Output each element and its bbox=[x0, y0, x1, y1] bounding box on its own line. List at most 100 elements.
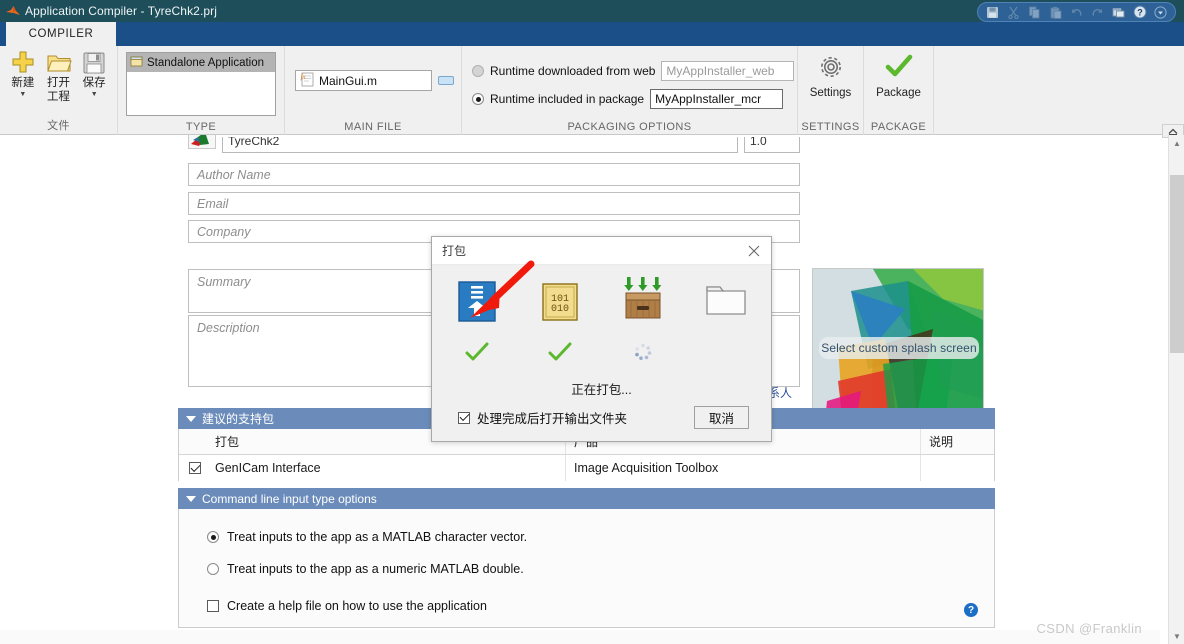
support-packages-title: 建议的支持包 bbox=[202, 412, 275, 426]
ribbon-group-type: Standalone Application TYPE bbox=[118, 46, 285, 135]
watermark: CSDN @Franklin bbox=[1036, 621, 1142, 636]
paste-icon[interactable] bbox=[1045, 4, 1066, 21]
runtime-included-label: Runtime included in package bbox=[490, 92, 645, 106]
scroll-up-arrow-icon[interactable]: ▲ bbox=[1169, 135, 1184, 151]
scrollbar-thumb[interactable] bbox=[1170, 175, 1184, 353]
save-icon[interactable] bbox=[982, 4, 1003, 21]
create-help-file-checkbox[interactable] bbox=[207, 600, 219, 612]
tab-compiler[interactable]: COMPILER bbox=[6, 22, 116, 46]
new-project-button[interactable]: 新建 ▼ bbox=[6, 50, 40, 104]
main-file-input[interactable]: fx MainGui.m bbox=[295, 70, 432, 91]
column-header-description: 说明 bbox=[929, 435, 954, 449]
settings-button-label: Settings bbox=[809, 87, 852, 99]
splash-caption[interactable]: Select custom splash screen bbox=[819, 337, 979, 359]
dialog-title: 打包 bbox=[442, 244, 467, 258]
ribbon-group-package: Package PACKAGE bbox=[864, 46, 934, 135]
help-circle-icon[interactable]: ? bbox=[964, 603, 978, 617]
ribbon-group-packaging-options: Runtime downloaded from web MyAppInstall… bbox=[462, 46, 798, 135]
chevron-down-icon[interactable]: ▼ bbox=[91, 90, 98, 100]
runtime-included-installer-input[interactable]: MyAppInstaller_mcr bbox=[650, 89, 784, 109]
author-name-input[interactable]: Author Name bbox=[188, 163, 800, 186]
type-item-standalone[interactable]: Standalone Application bbox=[127, 53, 275, 72]
dialog-bottom-bar: 处理完成后打开输出文件夹 取消 bbox=[432, 406, 771, 429]
ribbon-group-packaging-label: PACKAGING OPTIONS bbox=[567, 121, 692, 133]
ribbon-group-file: 新建 ▼ 打开 工程 保存 ▼ 文件 bbox=[0, 46, 118, 135]
genicam-checkbox[interactable] bbox=[189, 462, 201, 474]
tab-compiler-label: COMPILER bbox=[28, 28, 94, 40]
runtime-included-radio[interactable] bbox=[472, 93, 484, 105]
ribbon-tab-strip: COMPILER bbox=[0, 22, 1184, 46]
app-icon-thumbnail[interactable] bbox=[188, 135, 216, 149]
cmdline-options-panel: Treat inputs to the app as a MATLAB char… bbox=[178, 509, 995, 628]
svg-text:?: ? bbox=[1137, 8, 1143, 18]
row-checkbox-cell[interactable] bbox=[179, 462, 211, 474]
scroll-down-arrow-icon[interactable]: ▼ bbox=[1169, 628, 1184, 644]
app-version-input[interactable]: 1.0 bbox=[744, 137, 800, 153]
ribbon: 新建 ▼ 打开 工程 保存 ▼ 文件 Standalone Applicatio… bbox=[0, 46, 1184, 135]
ribbon-group-package-label: PACKAGE bbox=[870, 121, 927, 133]
blue-download-icon bbox=[449, 281, 505, 327]
close-icon[interactable] bbox=[737, 237, 771, 265]
gear-icon bbox=[816, 52, 846, 85]
collapse-triangle-icon bbox=[186, 495, 196, 502]
step1-check-icon bbox=[449, 342, 505, 367]
undo-icon[interactable] bbox=[1066, 4, 1087, 21]
dropdown-icon[interactable] bbox=[1150, 4, 1171, 21]
open-project-button[interactable]: 打开 工程 bbox=[42, 50, 76, 104]
open-output-folder-label: 处理完成后打开输出文件夹 bbox=[477, 412, 628, 426]
package-box-icon bbox=[615, 275, 671, 326]
ribbon-group-main-file: fx MainGui.m MAIN FILE bbox=[285, 46, 462, 135]
save-disk-icon bbox=[81, 50, 107, 76]
character-vector-radio[interactable] bbox=[207, 531, 219, 543]
package-button[interactable]: Package bbox=[864, 52, 933, 99]
ribbon-group-settings: Settings SETTINGS bbox=[798, 46, 864, 135]
step3-spinner-icon bbox=[615, 342, 671, 367]
matlab-icon bbox=[4, 2, 22, 20]
packaging-progress-dialog: 打包 101 010 正在打包... 处理完成后打开输出文件夹 取消 bbox=[431, 236, 772, 442]
application-type-list[interactable]: Standalone Application bbox=[126, 52, 276, 116]
copy-icon[interactable] bbox=[1024, 4, 1045, 21]
option-numeric-double[interactable]: Treat inputs to the app as a numeric MAT… bbox=[207, 562, 524, 576]
runtime-web-option-row[interactable]: Runtime downloaded from web MyAppInstall… bbox=[472, 61, 795, 81]
type-item-label: Standalone Application bbox=[147, 56, 265, 69]
app-name-row: TyreChk2 1.0 bbox=[188, 135, 800, 155]
runtime-web-radio[interactable] bbox=[472, 65, 484, 77]
redo-icon[interactable] bbox=[1087, 4, 1108, 21]
option-create-help-file[interactable]: Create a help file on how to use the app… bbox=[207, 599, 487, 613]
option-character-vector[interactable]: Treat inputs to the app as a MATLAB char… bbox=[207, 530, 527, 544]
dialog-status-text: 正在打包... bbox=[571, 383, 632, 397]
cell-package-name: GenICam Interface bbox=[211, 455, 566, 481]
cancel-button[interactable]: 取消 bbox=[694, 406, 749, 429]
open-output-folder-checkbox[interactable] bbox=[458, 411, 470, 424]
package-button-label: Package bbox=[876, 87, 921, 99]
email-input[interactable]: Email bbox=[188, 192, 800, 215]
main-file-name: MainGui.m bbox=[319, 73, 378, 88]
m-file-icon: fx bbox=[300, 72, 314, 90]
app-window-icon bbox=[130, 55, 143, 71]
main-file-add-button[interactable] bbox=[438, 76, 454, 85]
save-project-button[interactable]: 保存 ▼ bbox=[77, 50, 111, 104]
vertical-scrollbar[interactable]: ▲ ▼ bbox=[1168, 135, 1184, 644]
create-help-file-label: Create a help file on how to use the app… bbox=[227, 599, 487, 613]
app-name-input[interactable]: TyreChk2 bbox=[222, 137, 738, 153]
numeric-double-radio[interactable] bbox=[207, 563, 219, 575]
window-icon[interactable] bbox=[1108, 4, 1129, 21]
table-row[interactable]: GenICam Interface Image Acquisition Tool… bbox=[179, 455, 994, 481]
cut-icon[interactable] bbox=[1003, 4, 1024, 21]
numeric-double-label: Treat inputs to the app as a numeric MAT… bbox=[227, 562, 524, 576]
cmdline-section-header[interactable]: Command line input type options bbox=[178, 488, 995, 509]
chevron-down-icon[interactable]: ▼ bbox=[19, 90, 26, 100]
save-project-label: 保存 bbox=[82, 77, 106, 89]
title-bar: Application Compiler - TyreChk2.prj ? bbox=[0, 0, 1184, 22]
dialog-step-icons: 101 010 bbox=[432, 273, 771, 343]
green-check-icon bbox=[884, 52, 914, 85]
quick-access-toolbar[interactable]: ? bbox=[977, 2, 1176, 22]
settings-button[interactable]: Settings bbox=[798, 52, 863, 99]
ribbon-group-file-label: 文件 bbox=[47, 120, 70, 132]
runtime-web-installer-input[interactable]: MyAppInstaller_web bbox=[661, 61, 795, 81]
svg-text:fx: fx bbox=[301, 73, 307, 81]
collapse-triangle-icon bbox=[186, 415, 196, 422]
runtime-included-option-row[interactable]: Runtime included in package MyAppInstall… bbox=[472, 89, 784, 109]
open-project-label-bottom: 工程 bbox=[47, 91, 70, 103]
help-icon[interactable]: ? bbox=[1129, 4, 1150, 21]
